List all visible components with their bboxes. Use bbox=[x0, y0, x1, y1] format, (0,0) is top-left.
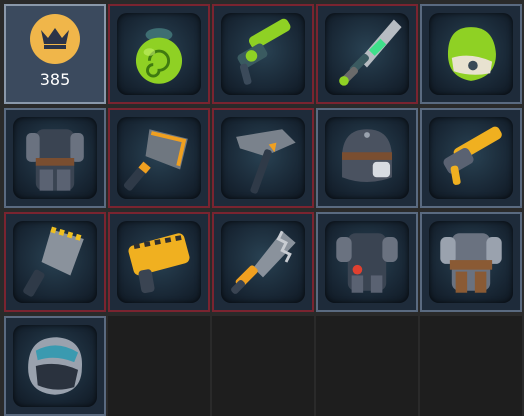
inventory-slot-dark-armor-torso[interactable] bbox=[4, 108, 106, 208]
inventory-slot-dark-plate-armor[interactable] bbox=[316, 212, 418, 312]
inventory-slot-empty[interactable] bbox=[212, 316, 314, 416]
inventory-slot-empty[interactable] bbox=[316, 316, 418, 416]
cannon-icon bbox=[443, 126, 502, 185]
inventory-slot-blue-visor-helmet[interactable] bbox=[4, 316, 106, 416]
inventory-slot-green-blaster[interactable] bbox=[212, 4, 314, 104]
blaster-icon bbox=[237, 18, 291, 85]
inventory-slot-green-swirl-bomb[interactable] bbox=[108, 4, 210, 104]
visor-helmet-icon bbox=[28, 337, 83, 395]
inventory-grid: 385 bbox=[0, 0, 524, 416]
shovel-axe-icon bbox=[123, 129, 188, 191]
saw-blade-icon bbox=[23, 226, 85, 297]
inventory-slot-yellow-striped-launcher[interactable] bbox=[108, 212, 210, 312]
crown-count: 385 bbox=[39, 70, 71, 89]
inventory-slot-empty[interactable] bbox=[108, 316, 210, 416]
inventory-slot-green-blade-sword[interactable] bbox=[316, 4, 418, 104]
crown-currency-tile: 385 bbox=[4, 4, 106, 104]
leather-armor-icon bbox=[440, 233, 502, 293]
mask-helmet-icon bbox=[342, 129, 392, 182]
inventory-slot-yellow-cannon[interactable] bbox=[420, 108, 522, 208]
inventory-slot-mask-helmet[interactable] bbox=[316, 108, 418, 208]
inventory-slot-green-rock-helmet[interactable] bbox=[420, 4, 522, 104]
sword-icon bbox=[339, 19, 402, 86]
helmet-icon bbox=[447, 27, 496, 81]
inventory-slot-steel-hammer[interactable] bbox=[212, 108, 314, 208]
hammer-icon bbox=[236, 129, 296, 194]
saw-sword-icon bbox=[231, 230, 296, 294]
inventory-slot-leather-armor-torso[interactable] bbox=[420, 212, 522, 312]
inventory-slot-orange-shovel-axe[interactable] bbox=[108, 108, 210, 208]
armor-torso-icon bbox=[26, 129, 84, 191]
launcher-icon bbox=[128, 233, 190, 294]
plate-armor-icon bbox=[336, 233, 398, 293]
crown-badge bbox=[30, 14, 80, 64]
inventory-slot-jagged-saw-sword[interactable] bbox=[212, 212, 314, 312]
crown-icon bbox=[41, 28, 69, 49]
swirl-bomb-icon bbox=[135, 28, 183, 84]
inventory-slot-striped-saw-blade[interactable] bbox=[4, 212, 106, 312]
inventory-slot-empty[interactable] bbox=[420, 316, 522, 416]
